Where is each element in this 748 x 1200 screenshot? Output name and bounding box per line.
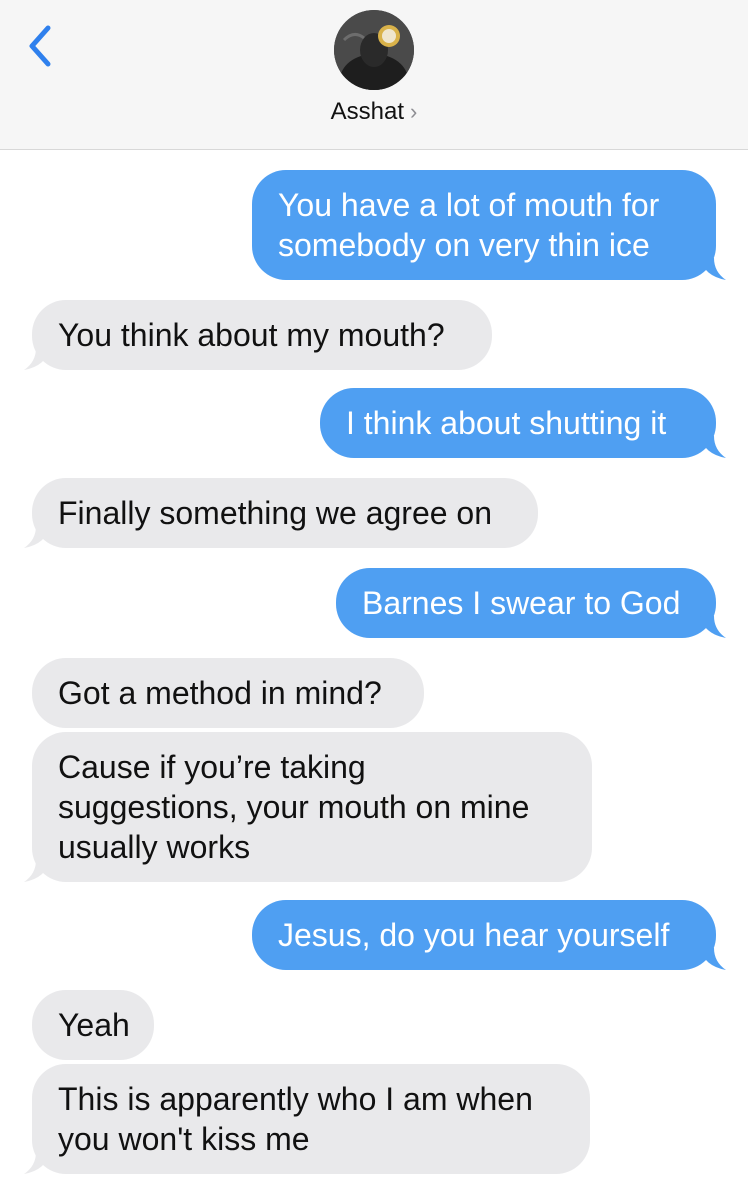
message-bubble-received[interactable]: This is apparently who I am when you won… bbox=[32, 1064, 590, 1174]
message-bubble-sent[interactable]: Barnes I swear to God bbox=[336, 568, 716, 638]
message-bubble-received[interactable]: Finally something we agree on bbox=[32, 478, 538, 548]
avatar-photo bbox=[334, 10, 414, 90]
message-text: Finally something we agree on bbox=[58, 495, 493, 531]
bubble-tail bbox=[24, 526, 50, 548]
bubble-tail bbox=[24, 1152, 50, 1174]
message-text: Cause if you’re taking suggestions, your… bbox=[58, 749, 530, 865]
message-text: Barnes I swear to God bbox=[362, 585, 681, 621]
bubble-tail bbox=[700, 948, 726, 970]
bubble-tail bbox=[24, 348, 50, 370]
message-bubble-received[interactable]: Yeah bbox=[32, 990, 154, 1060]
bubble-tail bbox=[700, 436, 726, 458]
message-bubble-sent[interactable]: I think about shutting it bbox=[320, 388, 716, 458]
message-text: This is apparently who I am when you won… bbox=[58, 1081, 533, 1157]
message-bubble-received[interactable]: Got a method in mind? bbox=[32, 658, 424, 728]
conversation-header: Asshat › bbox=[0, 0, 748, 150]
contact-name: Asshat bbox=[330, 98, 405, 125]
message-bubble-sent[interactable]: Jesus, do you hear yourself bbox=[252, 900, 716, 970]
message-text: Got a method in mind? bbox=[58, 675, 382, 711]
chevron-right-icon: › bbox=[410, 99, 418, 124]
bubble-tail bbox=[24, 860, 50, 882]
bubble-tail bbox=[700, 616, 726, 638]
message-text: I think about shutting it bbox=[346, 405, 667, 441]
message-text: Jesus, do you hear yourself bbox=[278, 917, 670, 953]
message-bubble-sent[interactable]: You have a lot of mouth for somebody on … bbox=[252, 170, 716, 280]
message-thread[interactable]: You have a lot of mouth for somebody on … bbox=[0, 150, 748, 1200]
contact-avatar[interactable] bbox=[334, 10, 414, 90]
message-text: You think about my mouth? bbox=[58, 317, 445, 353]
chevron-left-icon bbox=[29, 25, 51, 67]
bubble-tail bbox=[700, 258, 726, 280]
contact-name-button[interactable]: Asshat › bbox=[0, 98, 748, 126]
message-bubble-received[interactable]: Cause if you’re taking suggestions, your… bbox=[32, 732, 592, 882]
message-bubble-received[interactable]: You think about my mouth? bbox=[32, 300, 492, 370]
message-text: You have a lot of mouth for somebody on … bbox=[278, 187, 660, 263]
message-text: Yeah bbox=[58, 1007, 130, 1043]
back-button[interactable] bbox=[20, 22, 60, 70]
